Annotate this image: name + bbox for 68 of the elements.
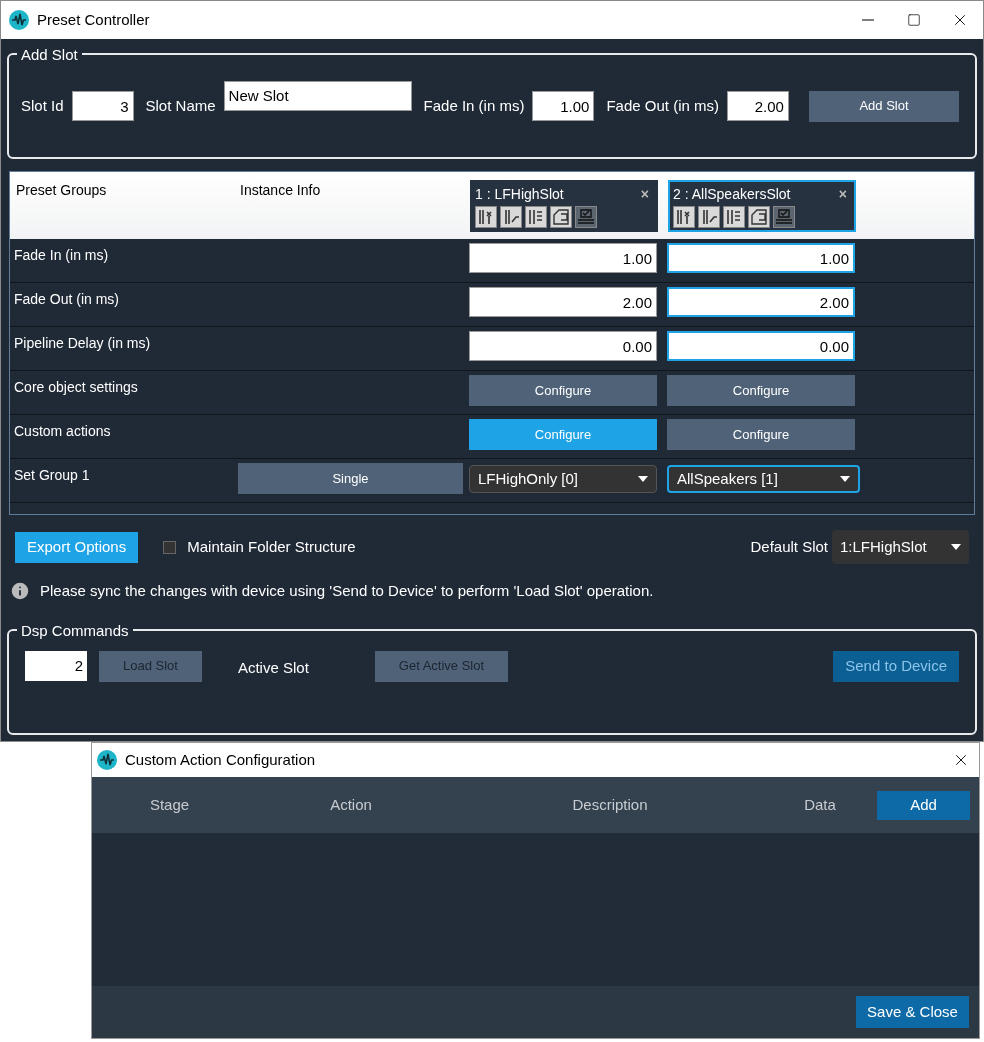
input-field[interactable]: 1.00: [532, 91, 595, 121]
app-logo-icon: [9, 10, 29, 30]
tool-icon[interactable]: [673, 206, 695, 228]
tool-icon[interactable]: [475, 206, 497, 228]
column-header: Stage: [148, 794, 191, 815]
column-header: Action: [329, 794, 373, 815]
checkbox-label: Maintain Folder Structure: [187, 536, 356, 557]
app-logo-icon: [97, 750, 117, 770]
minimize-icon: [862, 19, 874, 21]
checkbox[interactable]: [163, 540, 177, 554]
column-header: Data: [803, 794, 837, 815]
caret-icon: [840, 476, 850, 482]
instance-button[interactable]: Single: [238, 463, 463, 494]
field-label: Slot Id: [21, 95, 64, 116]
save-close-button[interactable]: Save & Close: [856, 996, 969, 1028]
configure-button[interactable]: Configure: [667, 375, 855, 406]
maximize-icon: [907, 13, 921, 27]
row-label: Custom actions: [13, 422, 112, 441]
input-field[interactable]: 2.00: [726, 91, 789, 121]
row-label: Set Group 1: [13, 466, 91, 485]
input-field[interactable]: 0.00: [469, 331, 657, 361]
add-slot-button[interactable]: Add Slot: [808, 90, 959, 122]
field-label: Fade Out (in ms): [606, 95, 719, 116]
slot-card[interactable]: 2 : AllSpeakersSlot ×: [668, 180, 856, 232]
input-field[interactable]: 2.00: [667, 287, 855, 317]
slot-close-button[interactable]: ×: [640, 184, 653, 205]
field-label: Fade In (in ms): [423, 95, 525, 116]
info-icon: [9, 580, 31, 603]
row-label: Fade In (in ms): [13, 246, 110, 265]
caret-icon: [638, 476, 648, 482]
slot-close-button[interactable]: ×: [838, 184, 851, 205]
tool-icon[interactable]: [525, 206, 547, 228]
default-slot-dropdown[interactable]: 1:LFHighSlot: [832, 530, 969, 564]
dialog-title: Custom Action Configuration: [125, 749, 316, 770]
dropdown[interactable]: AllSpeakers [1]: [667, 465, 860, 493]
window-title: Preset Controller: [37, 9, 150, 30]
row-label: Fade Out (in ms): [13, 290, 121, 309]
tool-icon[interactable]: [723, 206, 745, 228]
input-field[interactable]: 1.00: [667, 243, 855, 273]
input-field[interactable]: 2: [25, 650, 87, 681]
input-field[interactable]: 1.00: [469, 243, 657, 273]
tool-icon[interactable]: [500, 206, 522, 228]
input-field[interactable]: 0.00: [667, 331, 855, 361]
active-slot-label: Active Slot: [237, 657, 309, 678]
input-field[interactable]: 2.00: [469, 287, 657, 317]
configure-button[interactable]: Configure: [469, 375, 657, 406]
tool-icon[interactable]: [748, 206, 770, 228]
input-field[interactable]: New Slot: [223, 80, 412, 111]
field-label: Slot Name: [145, 95, 216, 116]
column-header: Instance Info: [240, 181, 322, 200]
dropdown[interactable]: LFHighOnly [0]: [469, 465, 657, 493]
caret-icon: [951, 544, 961, 550]
slot-title: 2 : AllSpeakersSlot: [673, 185, 791, 204]
default-slot-label: Default Slot: [750, 536, 828, 557]
info-message: Please sync the changes with device using 'Send to Device' to perform 'Load Slot' operation.: [40, 581, 654, 601]
input-field[interactable]: 3: [71, 91, 134, 121]
slot-card[interactable]: 1 : LFHighSlot ×: [470, 180, 658, 232]
tool-icon[interactable]: [575, 206, 597, 228]
column-header: Preset Groups: [15, 181, 108, 200]
add-button[interactable]: Add: [877, 790, 970, 820]
row-label: Pipeline Delay (in ms): [13, 334, 152, 353]
tool-icon[interactable]: [698, 206, 720, 228]
slot-title: 1 : LFHighSlot: [475, 185, 564, 204]
tool-icon[interactable]: [773, 206, 795, 228]
row-label: Core object settings: [13, 378, 139, 397]
configure-button[interactable]: Configure: [667, 419, 855, 450]
column-header: Description: [571, 794, 649, 815]
tool-icon[interactable]: [550, 206, 572, 228]
